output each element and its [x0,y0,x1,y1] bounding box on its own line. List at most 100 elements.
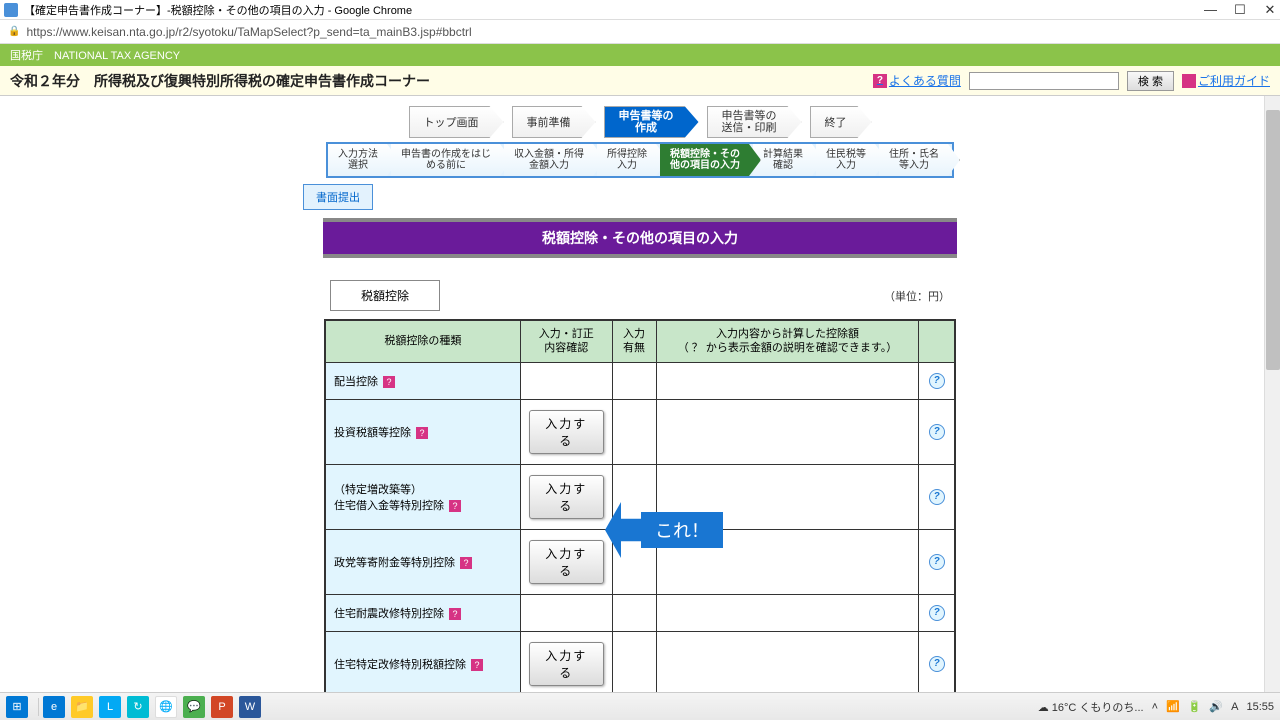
question-icon[interactable]: ? [929,373,945,389]
th-calc: 入力内容から計算した控除額 （ ？ から表示金額の説明を確認できます。） [656,320,919,362]
row-calc-cell [656,594,919,631]
subnav-taxcredit[interactable]: 税額控除・その 他の項目の入力 [660,144,761,176]
input-button[interactable]: 入力する [529,410,604,454]
content-area: 100% トップ画面 事前準備 申告書等の 作成 申告書等の 送信・印刷 終了 … [0,96,1280,692]
nav-end[interactable]: 終了 [810,106,872,138]
table-row: 投資税額等控除 ? 入力する ? [325,399,955,464]
table-row: 住宅特定改修特別税額控除 ? 入力する ? [325,631,955,692]
row-help-cell: ? [919,464,955,529]
weather-widget[interactable]: ☁ 16°C くもりのち... [1038,699,1144,715]
url-bar[interactable]: 🔒 https://www.keisan.nta.go.jp/r2/syotok… [0,20,1280,44]
help-icon: ? [873,74,887,88]
help-pink-icon[interactable]: ? [449,608,461,620]
subnav-before[interactable]: 申告書の作成をはじ める前に [391,144,512,176]
powerpoint-icon[interactable]: P [211,696,233,718]
help-pink-icon[interactable]: ? [383,376,395,388]
row-status-cell [612,399,656,464]
row-input-cell: 入力する [520,631,612,692]
subnav-resident[interactable]: 住民税等 入力 [816,144,887,176]
sub-nav: 入力方法 選択 申告書の作成をはじ める前に 収入金額・所得 金額入力 所得控除… [326,142,954,178]
nav-prep[interactable]: 事前準備 [512,106,596,138]
th-status: 入力 有無 [612,320,656,362]
clock[interactable]: 15:55 [1246,701,1274,713]
nav-send[interactable]: 申告書等の 送信・印刷 [707,106,802,138]
chrome-taskbar-icon[interactable]: 🌐 [155,696,177,718]
lock-icon: 🔒 [8,26,20,37]
row-input-cell: 入力する [520,529,612,594]
question-icon[interactable]: ? [929,656,945,672]
question-icon[interactable]: ? [929,554,945,570]
battery-icon[interactable]: 🔋 [1188,700,1202,713]
subnav-result[interactable]: 計算結果 確認 [753,144,824,176]
help-pink-icon[interactable]: ? [416,427,428,439]
help-pink-icon[interactable]: ? [460,557,472,569]
deduction-header: 税額控除 （単位：円） [330,280,950,311]
row-calc-cell [656,362,919,399]
explorer-icon[interactable]: 📁 [71,696,93,718]
subnav-method[interactable]: 入力方法 選択 [328,144,399,176]
agency-banner: 国税庁 NATIONAL TAX AGENCY [0,44,1280,66]
app-icon-2[interactable]: ↻ [127,696,149,718]
callout-text: これ！ [641,512,723,548]
row-input-cell [520,362,612,399]
subnav-deduct[interactable]: 所得控除 入力 [597,144,668,176]
volume-icon[interactable]: 🔊 [1209,700,1223,713]
row-label: 配当控除 ? [325,362,520,399]
maximize-button[interactable]: ☐ [1234,4,1246,16]
row-label: 住宅特定改修特別税額控除 ? [325,631,520,692]
ime-indicator[interactable]: A [1231,701,1238,713]
unit-label: （単位：円） [884,288,950,304]
help-pink-icon[interactable]: ? [471,659,483,671]
row-status-cell [612,362,656,399]
guide-link[interactable]: ご利用ガイド [1182,72,1270,89]
nav-top[interactable]: トップ画面 [409,106,504,138]
scroll-thumb[interactable] [1266,110,1280,370]
input-button[interactable]: 入力する [529,475,604,519]
question-icon[interactable]: ? [929,489,945,505]
wifi-icon[interactable]: 📶 [1166,700,1180,713]
row-label: 住宅耐震改修特別控除 ? [325,594,520,631]
scrollbar[interactable] [1264,96,1280,692]
row-input-cell: 入力する [520,399,612,464]
window-title: 【確定申告書作成コーナー】-税額控除・その他の項目の入力 - Google Ch… [24,2,1204,18]
row-input-cell: 入力する [520,464,612,529]
chrome-icon [4,3,18,17]
row-help-cell: ? [919,529,955,594]
question-icon[interactable]: ? [929,424,945,440]
edge-icon[interactable]: e [43,696,65,718]
tray-chevron-icon[interactable]: ˄ [1152,701,1158,713]
url-text: https://www.keisan.nta.go.jp/r2/syotoku/… [26,25,471,39]
submit-tab-row: 書面提出 [303,184,977,210]
search-input[interactable] [969,72,1119,90]
arrow-shape-icon [605,502,645,558]
faq-link[interactable]: ? よくある質問 [873,72,961,89]
row-help-cell: ? [919,362,955,399]
start-button[interactable]: ⊞ [6,696,28,718]
section-banner: 税額控除・その他の項目の入力 [323,218,957,258]
nav-create[interactable]: 申告書等の 作成 [604,106,699,138]
page-header: 令和２年分 所得税及び復興特別所得税の確定申告書作成コーナー ? よくある質問 … [0,66,1280,96]
close-button[interactable]: ✕ [1264,4,1276,16]
question-icon[interactable]: ? [929,605,945,621]
th-help [919,320,955,362]
main-nav: トップ画面 事前準備 申告書等の 作成 申告書等の 送信・印刷 終了 [409,106,872,138]
page-title: 令和２年分 所得税及び復興特別所得税の確定申告書作成コーナー [10,71,873,91]
paper-submit-tab[interactable]: 書面提出 [303,184,373,210]
deduction-tab: 税額控除 [330,280,440,311]
row-calc-cell [656,399,919,464]
row-label: 政党等寄附金等特別控除 ? [325,529,520,594]
app-icon-1[interactable]: L [99,696,121,718]
help-pink-icon[interactable]: ? [449,500,461,512]
input-button[interactable]: 入力する [529,642,604,686]
row-calc-cell [656,631,919,692]
row-help-cell: ? [919,631,955,692]
subnav-address[interactable]: 住所・氏名 等入力 [879,144,960,176]
input-button[interactable]: 入力する [529,540,604,584]
word-icon[interactable]: W [239,696,261,718]
subnav-income[interactable]: 収入金額・所得 金額入力 [504,144,605,176]
search-button[interactable]: 検 索 [1127,71,1174,91]
minimize-button[interactable]: — [1204,4,1216,16]
line-icon[interactable]: 💬 [183,696,205,718]
th-type: 税額控除の種類 [325,320,520,362]
row-help-cell: ? [919,594,955,631]
